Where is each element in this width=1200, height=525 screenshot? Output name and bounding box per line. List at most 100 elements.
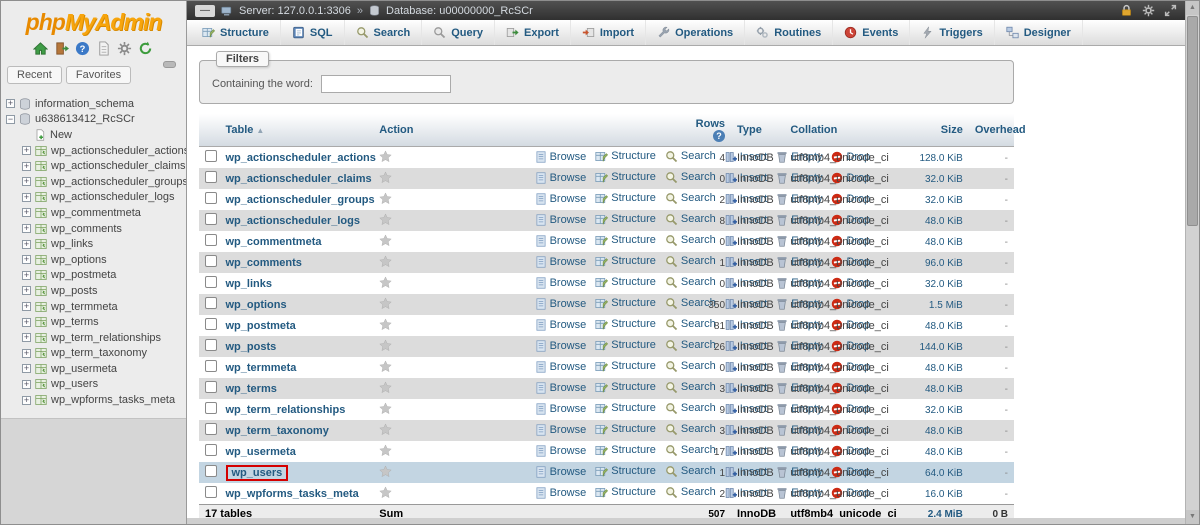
expand-icon[interactable] [22, 333, 31, 342]
tree-item-table[interactable]: wp_terms [1, 314, 186, 330]
tab-structure[interactable]: Structure [191, 20, 281, 45]
table-name-link[interactable]: wp_comments [226, 257, 302, 269]
favorite-star-icon[interactable] [379, 339, 392, 352]
tree-item-label[interactable]: wp_term_relationships [51, 332, 161, 344]
expand-icon[interactable] [22, 380, 31, 389]
favorite-star-icon[interactable] [379, 234, 392, 247]
action-structure[interactable]: Structure [595, 465, 656, 478]
action-browse[interactable]: Browse [535, 445, 587, 457]
action-browse[interactable]: Browse [535, 214, 587, 226]
action-structure[interactable]: Structure [595, 360, 656, 373]
tree-item-table[interactable]: wp_postmeta [1, 268, 186, 284]
row-checkbox[interactable] [205, 423, 217, 435]
tree-item-label[interactable]: wp_terms [51, 316, 99, 328]
tree-item-label[interactable]: wp_commentmeta [51, 207, 141, 219]
action-structure[interactable]: Structure [595, 297, 656, 310]
table-name-link[interactable]: wp_commentmeta [226, 236, 322, 248]
collapse-icon[interactable] [6, 115, 15, 124]
row-checkbox[interactable] [205, 297, 217, 309]
action-structure[interactable]: Structure [595, 150, 656, 163]
table-name-link[interactable]: wp_termmeta [226, 362, 297, 374]
gear-icon[interactable] [1142, 4, 1155, 17]
tree-item-label[interactable]: wp_links [51, 238, 93, 250]
header-overhead[interactable]: Overhead [969, 114, 1014, 147]
row-checkbox[interactable] [205, 402, 217, 414]
expand-icon[interactable] [22, 302, 31, 311]
action-search[interactable]: Search [665, 339, 716, 352]
docs-icon[interactable] [96, 41, 112, 57]
action-browse[interactable]: Browse [535, 172, 587, 184]
table-name-link[interactable]: wp_posts [226, 341, 277, 353]
refresh-icon[interactable] [138, 41, 154, 57]
tree-item-label[interactable]: wp_actionscheduler_groups [51, 176, 186, 188]
tab-search[interactable]: Search [345, 20, 423, 45]
header-size[interactable]: Size [905, 114, 969, 147]
favorite-star-icon[interactable] [379, 486, 392, 499]
table-name-link[interactable]: wp_postmeta [226, 320, 296, 332]
table-name-link[interactable]: wp_actionscheduler_groups [226, 194, 375, 206]
action-browse[interactable]: Browse [535, 277, 587, 289]
tree-item-label[interactable]: wp_users [51, 378, 98, 390]
favorite-star-icon[interactable] [379, 423, 392, 436]
row-checkbox[interactable] [205, 255, 217, 267]
tree-item-label[interactable]: information_schema [35, 98, 134, 110]
table-name-link[interactable]: wp_actionscheduler_logs [226, 215, 360, 227]
tab-sql[interactable]: SQL [281, 20, 345, 45]
action-browse[interactable]: Browse [535, 256, 587, 268]
tree-item-label[interactable]: New [50, 129, 72, 141]
action-structure[interactable]: Structure [595, 339, 656, 352]
tree-item-table[interactable]: wp_termmeta [1, 299, 186, 315]
action-search[interactable]: Search [665, 150, 716, 163]
tab-favorites[interactable]: Favorites [66, 66, 131, 84]
tree-item-label[interactable]: wp_options [51, 254, 107, 266]
expand-icon[interactable] [22, 255, 31, 264]
home-icon[interactable] [33, 41, 49, 57]
vertical-scrollbar[interactable]: ▲ ▼ [1185, 1, 1199, 524]
tree-item-table[interactable]: wp_term_relationships [1, 330, 186, 346]
action-browse[interactable]: Browse [535, 466, 587, 478]
favorite-star-icon[interactable] [379, 213, 392, 226]
tab-import[interactable]: Import [571, 20, 646, 45]
expand-icon[interactable] [22, 349, 31, 358]
table-name-link[interactable]: wp_users [226, 465, 289, 481]
action-structure[interactable]: Structure [595, 192, 656, 205]
tree-item-label[interactable]: wp_actionscheduler_actions [51, 145, 186, 157]
action-browse[interactable]: Browse [535, 298, 587, 310]
tree-item-new[interactable]: New [1, 127, 186, 143]
action-structure[interactable]: Structure [595, 213, 656, 226]
tab-export[interactable]: Export [495, 20, 571, 45]
expand-icon[interactable] [22, 271, 31, 280]
tree-item-table[interactable]: wp_actionscheduler_actions [1, 143, 186, 159]
action-browse[interactable]: Browse [535, 487, 587, 499]
lock-icon[interactable] [1120, 4, 1133, 17]
action-structure[interactable]: Structure [595, 171, 656, 184]
tree-item-label[interactable]: wp_comments [51, 223, 122, 235]
expand-icon[interactable] [22, 318, 31, 327]
row-checkbox[interactable] [205, 150, 217, 162]
rows-help-icon[interactable]: ? [713, 130, 725, 142]
row-checkbox[interactable] [205, 465, 217, 477]
tab-recent[interactable]: Recent [7, 66, 62, 84]
action-structure[interactable]: Structure [595, 423, 656, 436]
action-browse[interactable]: Browse [535, 403, 587, 415]
favorite-star-icon[interactable] [379, 150, 392, 163]
action-structure[interactable]: Structure [595, 255, 656, 268]
favorite-star-icon[interactable] [379, 402, 392, 415]
tab-query[interactable]: Query [422, 20, 495, 45]
action-structure[interactable]: Structure [595, 444, 656, 457]
action-search[interactable]: Search [665, 402, 716, 415]
expand-icon[interactable] [22, 286, 31, 295]
action-search[interactable]: Search [665, 444, 716, 457]
logout-icon[interactable] [54, 41, 70, 57]
settings-icon[interactable] [117, 41, 133, 57]
action-search[interactable]: Search [665, 255, 716, 268]
table-name-link[interactable]: wp_term_relationships [226, 404, 346, 416]
tree-item-label[interactable]: wp_actionscheduler_logs [51, 191, 175, 203]
table-name-link[interactable]: wp_term_taxonomy [226, 425, 329, 437]
tree-item-table[interactable]: wp_wpforms_tasks_meta [1, 392, 186, 408]
row-checkbox[interactable] [205, 486, 217, 498]
row-checkbox[interactable] [205, 171, 217, 183]
phpmyadmin-logo[interactable]: phpMyAdmin [1, 9, 186, 36]
favorite-star-icon[interactable] [379, 318, 392, 331]
tree-item-table[interactable]: wp_usermeta [1, 361, 186, 377]
